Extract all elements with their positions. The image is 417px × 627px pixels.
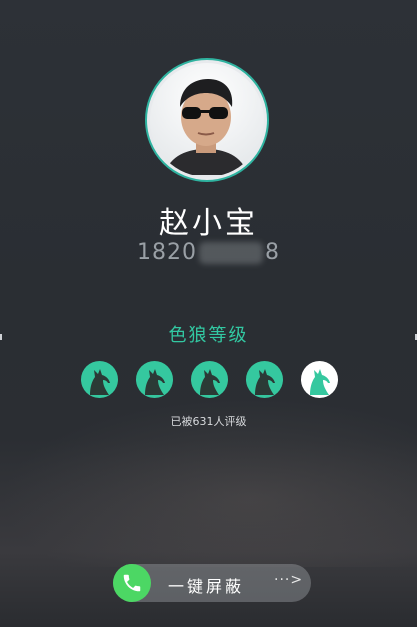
wolf-rating (81, 361, 338, 398)
phone-icon (123, 574, 141, 592)
avatar-photo (150, 63, 264, 177)
wolf-icon-filled (191, 361, 228, 398)
rating-count: 已被631人评级 (170, 415, 247, 428)
wolf-icon-filled (246, 361, 283, 398)
phone-suffix: 8 (265, 240, 280, 265)
wolf-icon-filled (81, 361, 118, 398)
contact-name: 赵小宝 (159, 206, 258, 241)
slide-hint: ···> (274, 572, 304, 588)
rating-title: 色狼等级 (168, 325, 249, 346)
phone-redaction (199, 242, 263, 264)
block-label: 一键屏蔽 (168, 577, 245, 596)
contact-phone: 1820 8 (0, 240, 417, 265)
phone-prefix: 1820 (137, 240, 197, 265)
wolf-icon-filled (136, 361, 173, 398)
call-button[interactable] (113, 564, 151, 602)
wolf-icon-empty (301, 361, 338, 398)
contact-avatar (145, 58, 269, 182)
